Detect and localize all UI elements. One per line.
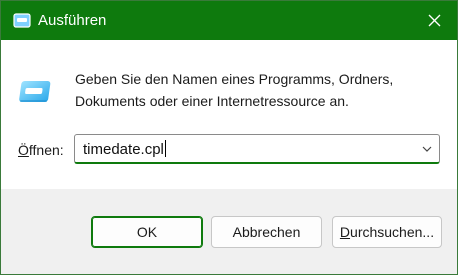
open-label: Öffnen: [18, 141, 64, 159]
title-bar[interactable]: Ausführen [1, 1, 457, 40]
open-input-value: timedate.cpl [83, 141, 164, 158]
close-icon [428, 14, 440, 27]
browse-label: urchsuchen... [350, 224, 435, 240]
close-button[interactable] [411, 1, 457, 40]
dialog-content: Geben Sie den Namen eines Programms, Ord… [1, 40, 457, 189]
chevron-down-icon[interactable] [421, 143, 433, 155]
text-caret [164, 140, 166, 157]
browse-mnemonic: D [339, 224, 351, 240]
run-dialog: Ausführen Geben Sie den Namen eines Prog… [0, 0, 458, 275]
run-app-icon [13, 13, 31, 28]
open-label-mnemonic: Ö [18, 142, 29, 158]
open-label-text: ffnen: [28, 142, 64, 158]
browse-button[interactable]: Durchsuchen... [332, 216, 442, 248]
ok-button[interactable]: OK [91, 216, 203, 248]
open-combobox[interactable]: timedate.cpl [74, 134, 440, 164]
button-bar: OK Abbrechen Durchsuchen... [1, 189, 457, 274]
window-title: Ausführen [38, 12, 107, 29]
open-input[interactable]: timedate.cpl [83, 140, 166, 159]
run-app-icon [19, 81, 51, 102]
cancel-button[interactable]: Abbrechen [211, 216, 322, 248]
dialog-description: Geben Sie den Namen eines Programms, Ord… [75, 71, 394, 109]
